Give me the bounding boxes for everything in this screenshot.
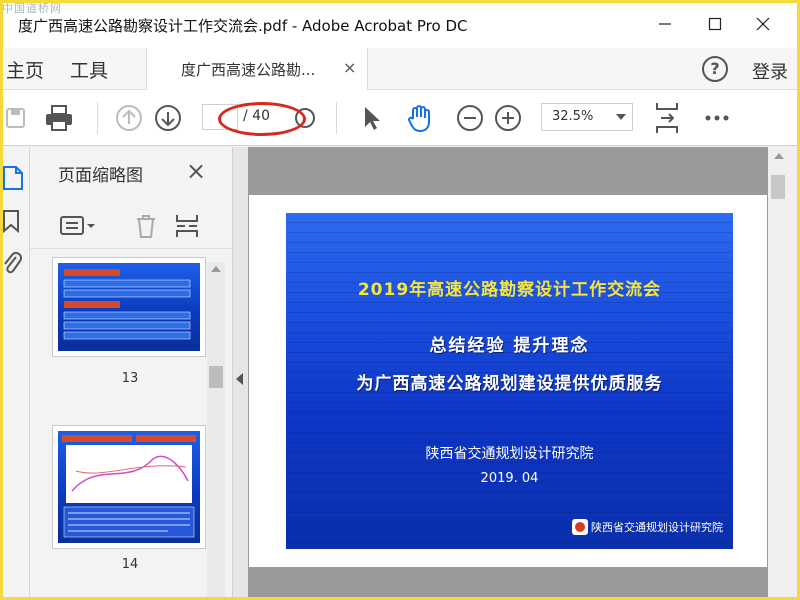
minimize-icon[interactable] xyxy=(650,13,680,35)
zoom-in-icon[interactable] xyxy=(493,102,523,134)
slide-organization: 陕西省交通规划设计研究院 xyxy=(425,446,594,462)
select-cursor-icon[interactable] xyxy=(358,102,384,134)
save-icon[interactable] xyxy=(2,102,28,134)
panel-splitter[interactable] xyxy=(232,147,248,600)
document-tab-label: 度广西高速公路勘... xyxy=(181,61,316,79)
page-thumbnails-icon[interactable] xyxy=(2,165,24,191)
maximize-icon[interactable] xyxy=(700,13,730,35)
fit-page-icon[interactable] xyxy=(650,102,684,134)
thumbnail-image xyxy=(58,263,200,351)
slide-heading: 2019年高速公路勘察设计工作交流会 xyxy=(357,280,662,300)
scroll-up-icon[interactable] xyxy=(774,153,784,159)
next-page-icon[interactable] xyxy=(153,102,183,134)
panel-close-icon[interactable]: × xyxy=(186,157,206,185)
thumbnails-scrollbar[interactable] xyxy=(207,262,225,600)
thumbnail-image xyxy=(58,431,200,543)
zoom-out-icon[interactable] xyxy=(455,102,485,134)
pdf-page: 2019年高速公路勘察设计工作交流会 总结经验 提升理念 为广西高速公路规划建设… xyxy=(249,195,767,567)
document-tab[interactable]: 度广西高速公路勘... × xyxy=(146,48,368,91)
toolbar: / 40 32.5% xyxy=(0,90,800,146)
menu-tools[interactable]: 工具 xyxy=(70,56,108,83)
window-title: 度广西高速公路勘察设计工作交流会.pdf - Adobe Acrobat Pro… xyxy=(18,17,468,35)
zoom-value: 32.5% xyxy=(552,109,594,124)
zoom-select[interactable]: 32.5% xyxy=(541,103,633,131)
toolbar-separator xyxy=(336,102,337,134)
document-tab-close-icon[interactable]: × xyxy=(343,58,356,77)
collapse-panel-icon[interactable] xyxy=(236,373,243,385)
organization-logo xyxy=(572,519,588,535)
watermark: 中国道桥网 xyxy=(2,2,62,15)
thumbnail-page-label: 14 xyxy=(121,557,139,572)
chevron-down-icon xyxy=(616,114,626,120)
close-icon[interactable] xyxy=(748,13,778,35)
login-link[interactable]: 登录 xyxy=(752,58,788,84)
title-slide: 2019年高速公路勘察设计工作交流会 总结经验 提升理念 为广西高速公路规划建设… xyxy=(286,213,733,549)
print-icon[interactable] xyxy=(42,102,76,134)
hand-tool-icon[interactable] xyxy=(402,102,436,134)
thumbnail-page-14[interactable] xyxy=(52,425,206,549)
slide-subtitle-line1: 总结经验 提升理念 xyxy=(429,336,590,356)
menu-tab-bar: 主页 工具 度广西高速公路勘... × ? 登录 xyxy=(0,48,800,91)
options-menu-icon[interactable] xyxy=(60,215,96,237)
attachment-icon[interactable] xyxy=(2,251,22,277)
thumbnails-list: 13 14 xyxy=(30,257,232,600)
thumbnail-page-13[interactable] xyxy=(52,257,206,357)
panel-title: 页面缩略图 xyxy=(58,166,143,186)
trash-icon[interactable] xyxy=(134,213,158,239)
help-icon[interactable]: ? xyxy=(702,56,728,82)
scrollbar-thumb[interactable] xyxy=(209,366,223,388)
prev-page-icon[interactable] xyxy=(114,102,144,134)
document-view[interactable]: 2019年高速公路勘察设计工作交流会 总结经验 提升理念 为广西高速公路规划建设… xyxy=(248,147,768,600)
navigation-icon-strip xyxy=(0,147,30,600)
red-highlight-annotation xyxy=(218,102,306,136)
more-icon[interactable] xyxy=(702,102,732,134)
bookmark-icon[interactable] xyxy=(2,209,20,233)
thumbnail-page-label: 13 xyxy=(121,371,139,386)
title-bar: 中国道桥网 度广西高速公路勘察设计工作交流会.pdf - Adobe Acrob… xyxy=(0,0,800,48)
toolbar-separator xyxy=(97,102,98,134)
scroll-up-icon[interactable] xyxy=(211,266,221,272)
scrollbar-thumb[interactable] xyxy=(771,175,785,199)
slide-footer: 陕西省交通规划设计研究院 xyxy=(591,521,723,534)
slide-date: 2019. 04 xyxy=(480,471,539,486)
page-split-icon[interactable] xyxy=(174,213,200,239)
menu-home[interactable]: 主页 xyxy=(6,56,44,83)
document-scrollbar[interactable] xyxy=(768,147,798,600)
panel-toolbar xyxy=(30,203,232,249)
thumbnails-panel: 页面缩略图 × 13 14 xyxy=(30,147,232,600)
slide-subtitle-line2: 为广西高速公路规划建设提供优质服务 xyxy=(356,374,663,394)
